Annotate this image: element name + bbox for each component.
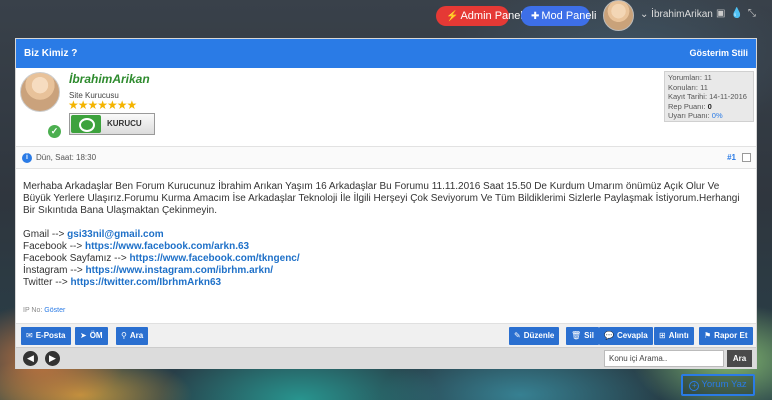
post-meta: i Dün, Saat: 18:30 #1 bbox=[16, 147, 756, 169]
image-icon[interactable]: ▣ bbox=[716, 8, 725, 19]
post-time: Dün, Saat: 18:30 bbox=[36, 153, 97, 162]
post-actions: ✉ E-Posta ➤ ÖM ⚲ Ara ✎ Düzenle 🗑 Sil 💬 Cevapla… bbox=[16, 323, 756, 347]
author-avatar[interactable] bbox=[20, 72, 60, 112]
flag-icon: ⚑ bbox=[704, 331, 712, 340]
stat-rep: Rep Puanı: 0 bbox=[668, 101, 712, 111]
link-instagram: İnstagram --> https://www.instagram.com/… bbox=[23, 265, 273, 276]
author-stats: Yorumları: 11 Konuları: 11 Kayıt Tarihi:… bbox=[664, 71, 754, 122]
envelope-icon: ✉ bbox=[26, 331, 33, 340]
quote-icon: ⊞ bbox=[659, 331, 666, 340]
stat-joined: Kayıt Tarihi: 14-11-2016 bbox=[668, 92, 747, 102]
user-avatar[interactable] bbox=[603, 0, 634, 31]
thread-search-input[interactable] bbox=[604, 350, 724, 367]
prev-thread-icon[interactable]: ◀ bbox=[23, 351, 38, 366]
chevron-down-icon: ⌄ bbox=[640, 9, 652, 20]
info-icon: i bbox=[22, 153, 32, 163]
rank-badge-icon bbox=[71, 115, 101, 133]
drop-icon[interactable]: 💧 bbox=[730, 8, 742, 19]
admin-panel-button[interactable]: ⚡ Admin Paneli bbox=[436, 6, 525, 26]
thread-title: Biz Kimiz ? bbox=[24, 48, 78, 59]
email-button[interactable]: ✉ E-Posta bbox=[21, 327, 71, 345]
stat-topics: Konuları: 11 bbox=[668, 82, 708, 92]
edit-icon: ✎ bbox=[514, 331, 521, 340]
search-button[interactable]: ⚲ Ara bbox=[116, 327, 149, 345]
author-name[interactable]: İbrahimArikan bbox=[69, 72, 150, 86]
link-twitter: Twitter --> https://twitter.com/IbrhmArk… bbox=[23, 277, 222, 288]
rank-badge: KURUCU bbox=[69, 113, 155, 135]
mod-panel-button[interactable]: ✚ Mod Paneli bbox=[521, 6, 596, 26]
quote-button[interactable]: ⊞ Alıntı bbox=[654, 327, 694, 345]
write-reply-button[interactable]: + Yorum Yaz bbox=[681, 374, 755, 396]
link-facebook-page: Facebook Sayfamız --> https://www.facebo… bbox=[23, 253, 300, 264]
trash-icon: 🗑 bbox=[571, 331, 582, 340]
thread-search-button[interactable]: Ara bbox=[727, 350, 752, 367]
next-thread-icon[interactable]: ▶ bbox=[45, 351, 60, 366]
plus-icon: ✚ bbox=[531, 11, 540, 22]
link-gmail: Gmail --> gsi33nil@gmail.com bbox=[23, 229, 164, 240]
pm-button[interactable]: ➤ ÖM bbox=[75, 327, 108, 345]
send-icon: ➤ bbox=[80, 331, 87, 340]
delete-button[interactable]: 🗑 Sil bbox=[566, 327, 599, 345]
link-facebook: Facebook --> https://www.facebook.com/ar… bbox=[23, 241, 250, 252]
edit-button[interactable]: ✎ Düzenle bbox=[509, 327, 560, 345]
thread-header: Biz Kimiz ? Gösterim Stili bbox=[16, 39, 756, 68]
search-icon: ⚲ bbox=[121, 331, 127, 340]
plus-circle-icon: + bbox=[689, 381, 700, 391]
ip-show-link[interactable]: Göster bbox=[44, 307, 65, 314]
thread-footer: ◀ ▶ Ara bbox=[16, 347, 756, 369]
comment-icon: 💬 bbox=[604, 331, 614, 340]
reply-button[interactable]: 💬 Cevapla bbox=[599, 327, 653, 345]
display-style-link[interactable]: Gösterim Stili bbox=[689, 39, 748, 68]
user-menu[interactable]: ⌄ İbrahimArikan bbox=[640, 9, 713, 20]
author-info: ✓ İbrahimArikan Site Kurucusu ★★★★★★★ KU… bbox=[16, 68, 756, 147]
top-icon-group: ▣ 💧 ⤡ bbox=[716, 8, 761, 19]
rank-stars: ★★★★★★★ bbox=[68, 98, 137, 112]
post-panel: Biz Kimiz ? Gösterim Stili ✓ İbrahimArik… bbox=[15, 38, 757, 369]
post-select-checkbox[interactable] bbox=[742, 153, 751, 162]
stat-warn: Uyarı Puanı: 0% bbox=[668, 111, 723, 121]
stat-posts: Yorumları: 11 bbox=[668, 73, 712, 82]
post-body: Merhaba Arkadaşlar Ben Forum Kurucunuz İ… bbox=[16, 169, 756, 323]
post-paragraph: Merhaba Arkadaşlar Ben Forum Kurucunuz İ… bbox=[23, 181, 740, 216]
rank-label: KURUCU bbox=[107, 119, 142, 128]
bolt-icon: ⚡ bbox=[446, 11, 459, 22]
top-bar: ⚡ Admin Paneli ✚ Mod Paneli ⌄ İbrahimArika… bbox=[0, 0, 772, 32]
report-button[interactable]: ⚑ Rapor Et bbox=[699, 327, 753, 345]
post-number-link[interactable]: #1 bbox=[727, 153, 736, 162]
ip-info: IP No: Göster bbox=[23, 307, 66, 314]
expand-icon[interactable]: ⤡ bbox=[748, 8, 756, 19]
online-check-icon: ✓ bbox=[48, 125, 61, 138]
